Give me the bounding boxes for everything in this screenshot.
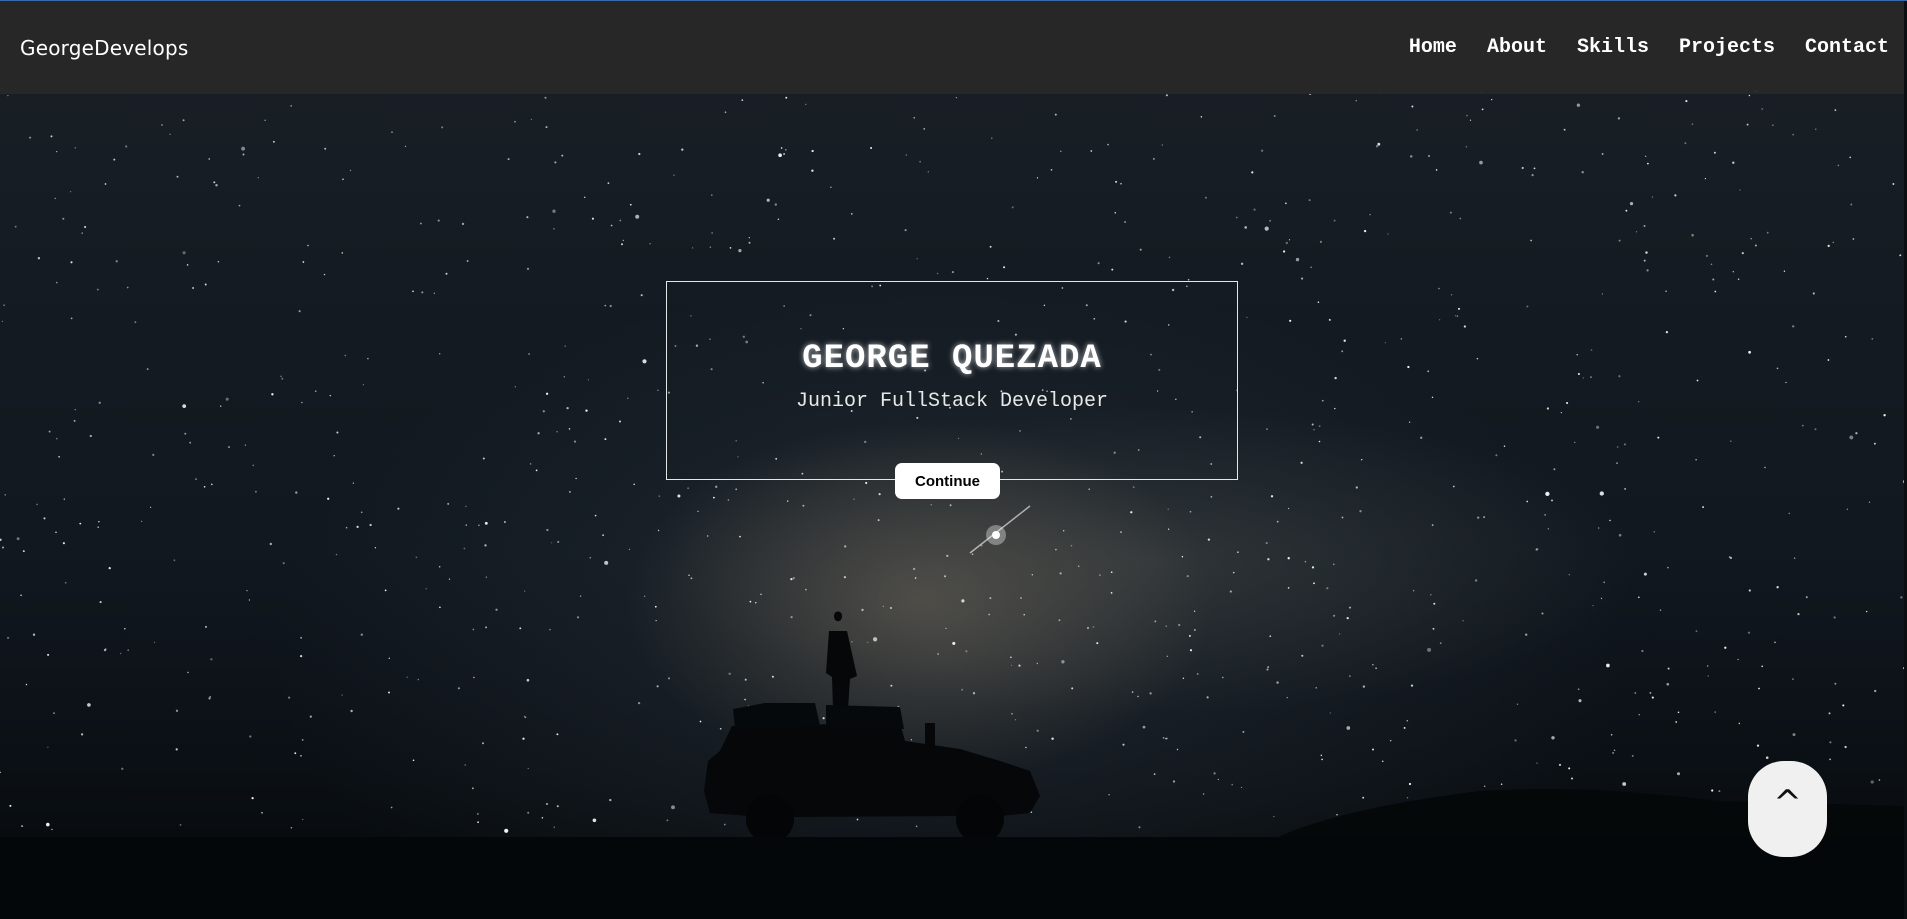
- nav-link-contact[interactable]: Contact: [1805, 36, 1889, 59]
- nav-links: Home About Skills Projects Contact: [1409, 36, 1889, 59]
- hero-subtitle: Junior FullStack Developer: [795, 390, 1109, 413]
- hero-card: GEORGE QUEZADA Junior FullStack Develope…: [666, 281, 1238, 480]
- brand-logo[interactable]: GeorgeDevelops: [20, 36, 188, 60]
- nav-link-about[interactable]: About: [1487, 36, 1547, 59]
- navbar: GeorgeDevelops Home About Skills Project…: [0, 1, 1907, 94]
- page: GeorgeDevelops Home About Skills Project…: [0, 0, 1907, 919]
- scroll-to-top-button[interactable]: ^: [1748, 761, 1827, 857]
- nav-link-projects[interactable]: Projects: [1679, 36, 1775, 59]
- hero-name: GEORGE QUEZADA: [802, 340, 1102, 378]
- caret-up-icon: ^: [1773, 782, 1802, 823]
- ground: [0, 837, 1907, 919]
- continue-button[interactable]: Continue: [895, 463, 1000, 499]
- nav-link-skills[interactable]: Skills: [1577, 36, 1649, 59]
- nav-link-home[interactable]: Home: [1409, 36, 1457, 59]
